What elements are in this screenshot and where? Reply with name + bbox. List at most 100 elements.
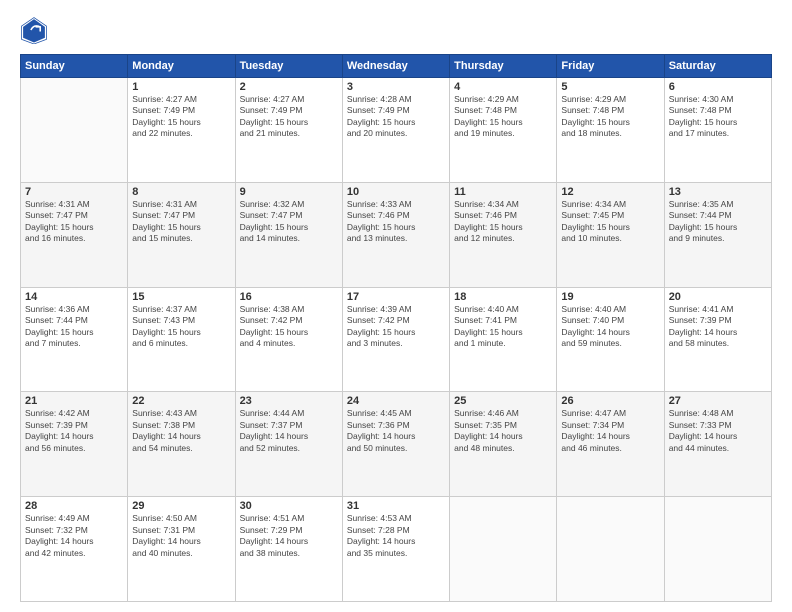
calendar-cell: 6Sunrise: 4:30 AMSunset: 7:48 PMDaylight…: [664, 78, 771, 183]
cell-day-number: 22: [132, 395, 230, 407]
weekday-header-row: SundayMondayTuesdayWednesdayThursdayFrid…: [21, 55, 772, 78]
cell-day-number: 20: [669, 291, 767, 303]
cell-day-number: 31: [347, 500, 445, 512]
calendar-cell: 1Sunrise: 4:27 AMSunset: 7:49 PMDaylight…: [128, 78, 235, 183]
cell-day-number: 11: [454, 186, 552, 198]
week-row-5: 28Sunrise: 4:49 AMSunset: 7:32 PMDayligh…: [21, 497, 772, 602]
cell-day-number: 6: [669, 81, 767, 93]
cell-day-number: 23: [240, 395, 338, 407]
cell-day-number: 24: [347, 395, 445, 407]
cell-day-number: 14: [25, 291, 123, 303]
calendar-cell: 10Sunrise: 4:33 AMSunset: 7:46 PMDayligh…: [342, 182, 449, 287]
cell-day-number: 8: [132, 186, 230, 198]
cell-sun-info: Sunrise: 4:38 AMSunset: 7:42 PMDaylight:…: [240, 304, 338, 350]
calendar-cell: 5Sunrise: 4:29 AMSunset: 7:48 PMDaylight…: [557, 78, 664, 183]
cell-sun-info: Sunrise: 4:30 AMSunset: 7:48 PMDaylight:…: [669, 94, 767, 140]
cell-sun-info: Sunrise: 4:27 AMSunset: 7:49 PMDaylight:…: [240, 94, 338, 140]
cell-day-number: 25: [454, 395, 552, 407]
cell-day-number: 28: [25, 500, 123, 512]
calendar-cell: 23Sunrise: 4:44 AMSunset: 7:37 PMDayligh…: [235, 392, 342, 497]
cell-sun-info: Sunrise: 4:33 AMSunset: 7:46 PMDaylight:…: [347, 199, 445, 245]
calendar-cell: 3Sunrise: 4:28 AMSunset: 7:49 PMDaylight…: [342, 78, 449, 183]
calendar-cell: 11Sunrise: 4:34 AMSunset: 7:46 PMDayligh…: [450, 182, 557, 287]
cell-sun-info: Sunrise: 4:50 AMSunset: 7:31 PMDaylight:…: [132, 513, 230, 559]
cell-sun-info: Sunrise: 4:34 AMSunset: 7:46 PMDaylight:…: [454, 199, 552, 245]
week-row-2: 7Sunrise: 4:31 AMSunset: 7:47 PMDaylight…: [21, 182, 772, 287]
cell-sun-info: Sunrise: 4:41 AMSunset: 7:39 PMDaylight:…: [669, 304, 767, 350]
weekday-header-sunday: Sunday: [21, 55, 128, 78]
weekday-header-saturday: Saturday: [664, 55, 771, 78]
cell-day-number: 5: [561, 81, 659, 93]
cell-day-number: 3: [347, 81, 445, 93]
calendar-cell: 20Sunrise: 4:41 AMSunset: 7:39 PMDayligh…: [664, 287, 771, 392]
calendar-cell: 12Sunrise: 4:34 AMSunset: 7:45 PMDayligh…: [557, 182, 664, 287]
cell-day-number: 9: [240, 186, 338, 198]
calendar-cell: 15Sunrise: 4:37 AMSunset: 7:43 PMDayligh…: [128, 287, 235, 392]
calendar-cell: 8Sunrise: 4:31 AMSunset: 7:47 PMDaylight…: [128, 182, 235, 287]
calendar-cell: 18Sunrise: 4:40 AMSunset: 7:41 PMDayligh…: [450, 287, 557, 392]
calendar-cell: 21Sunrise: 4:42 AMSunset: 7:39 PMDayligh…: [21, 392, 128, 497]
cell-sun-info: Sunrise: 4:44 AMSunset: 7:37 PMDaylight:…: [240, 408, 338, 454]
cell-day-number: 16: [240, 291, 338, 303]
cell-sun-info: Sunrise: 4:45 AMSunset: 7:36 PMDaylight:…: [347, 408, 445, 454]
cell-sun-info: Sunrise: 4:31 AMSunset: 7:47 PMDaylight:…: [132, 199, 230, 245]
calendar-cell: 14Sunrise: 4:36 AMSunset: 7:44 PMDayligh…: [21, 287, 128, 392]
weekday-header-friday: Friday: [557, 55, 664, 78]
cell-sun-info: Sunrise: 4:37 AMSunset: 7:43 PMDaylight:…: [132, 304, 230, 350]
cell-sun-info: Sunrise: 4:42 AMSunset: 7:39 PMDaylight:…: [25, 408, 123, 454]
cell-sun-info: Sunrise: 4:46 AMSunset: 7:35 PMDaylight:…: [454, 408, 552, 454]
calendar-cell: 27Sunrise: 4:48 AMSunset: 7:33 PMDayligh…: [664, 392, 771, 497]
cell-sun-info: Sunrise: 4:39 AMSunset: 7:42 PMDaylight:…: [347, 304, 445, 350]
cell-day-number: 13: [669, 186, 767, 198]
cell-sun-info: Sunrise: 4:53 AMSunset: 7:28 PMDaylight:…: [347, 513, 445, 559]
calendar-cell: 28Sunrise: 4:49 AMSunset: 7:32 PMDayligh…: [21, 497, 128, 602]
cell-day-number: 2: [240, 81, 338, 93]
cell-day-number: 29: [132, 500, 230, 512]
calendar-cell: 24Sunrise: 4:45 AMSunset: 7:36 PMDayligh…: [342, 392, 449, 497]
calendar-cell: 9Sunrise: 4:32 AMSunset: 7:47 PMDaylight…: [235, 182, 342, 287]
weekday-header-thursday: Thursday: [450, 55, 557, 78]
week-row-4: 21Sunrise: 4:42 AMSunset: 7:39 PMDayligh…: [21, 392, 772, 497]
cell-sun-info: Sunrise: 4:29 AMSunset: 7:48 PMDaylight:…: [561, 94, 659, 140]
calendar-cell: 29Sunrise: 4:50 AMSunset: 7:31 PMDayligh…: [128, 497, 235, 602]
calendar-cell: 25Sunrise: 4:46 AMSunset: 7:35 PMDayligh…: [450, 392, 557, 497]
calendar-cell: 26Sunrise: 4:47 AMSunset: 7:34 PMDayligh…: [557, 392, 664, 497]
calendar-cell: [450, 497, 557, 602]
cell-day-number: 30: [240, 500, 338, 512]
calendar-cell: 17Sunrise: 4:39 AMSunset: 7:42 PMDayligh…: [342, 287, 449, 392]
cell-sun-info: Sunrise: 4:35 AMSunset: 7:44 PMDaylight:…: [669, 199, 767, 245]
cell-sun-info: Sunrise: 4:47 AMSunset: 7:34 PMDaylight:…: [561, 408, 659, 454]
cell-day-number: 15: [132, 291, 230, 303]
logo-icon: [20, 16, 48, 44]
cell-day-number: 27: [669, 395, 767, 407]
cell-day-number: 18: [454, 291, 552, 303]
calendar-cell: 16Sunrise: 4:38 AMSunset: 7:42 PMDayligh…: [235, 287, 342, 392]
cell-sun-info: Sunrise: 4:34 AMSunset: 7:45 PMDaylight:…: [561, 199, 659, 245]
cell-sun-info: Sunrise: 4:29 AMSunset: 7:48 PMDaylight:…: [454, 94, 552, 140]
week-row-3: 14Sunrise: 4:36 AMSunset: 7:44 PMDayligh…: [21, 287, 772, 392]
calendar-cell: [664, 497, 771, 602]
cell-sun-info: Sunrise: 4:28 AMSunset: 7:49 PMDaylight:…: [347, 94, 445, 140]
calendar-cell: [21, 78, 128, 183]
cell-day-number: 1: [132, 81, 230, 93]
cell-sun-info: Sunrise: 4:40 AMSunset: 7:40 PMDaylight:…: [561, 304, 659, 350]
cell-day-number: 26: [561, 395, 659, 407]
page: SundayMondayTuesdayWednesdayThursdayFrid…: [0, 0, 792, 612]
calendar-cell: 13Sunrise: 4:35 AMSunset: 7:44 PMDayligh…: [664, 182, 771, 287]
calendar-cell: 7Sunrise: 4:31 AMSunset: 7:47 PMDaylight…: [21, 182, 128, 287]
calendar-cell: 31Sunrise: 4:53 AMSunset: 7:28 PMDayligh…: [342, 497, 449, 602]
weekday-header-wednesday: Wednesday: [342, 55, 449, 78]
weekday-header-monday: Monday: [128, 55, 235, 78]
cell-sun-info: Sunrise: 4:36 AMSunset: 7:44 PMDaylight:…: [25, 304, 123, 350]
cell-sun-info: Sunrise: 4:48 AMSunset: 7:33 PMDaylight:…: [669, 408, 767, 454]
cell-day-number: 17: [347, 291, 445, 303]
calendar-table: SundayMondayTuesdayWednesdayThursdayFrid…: [20, 54, 772, 602]
cell-sun-info: Sunrise: 4:40 AMSunset: 7:41 PMDaylight:…: [454, 304, 552, 350]
cell-sun-info: Sunrise: 4:49 AMSunset: 7:32 PMDaylight:…: [25, 513, 123, 559]
cell-day-number: 4: [454, 81, 552, 93]
cell-sun-info: Sunrise: 4:32 AMSunset: 7:47 PMDaylight:…: [240, 199, 338, 245]
header: [20, 16, 772, 44]
cell-sun-info: Sunrise: 4:31 AMSunset: 7:47 PMDaylight:…: [25, 199, 123, 245]
week-row-1: 1 Sunrise: 4:27 AMSunset: 7:49 PMDaylight…: [21, 78, 772, 183]
cell-day-number: 10: [347, 186, 445, 198]
